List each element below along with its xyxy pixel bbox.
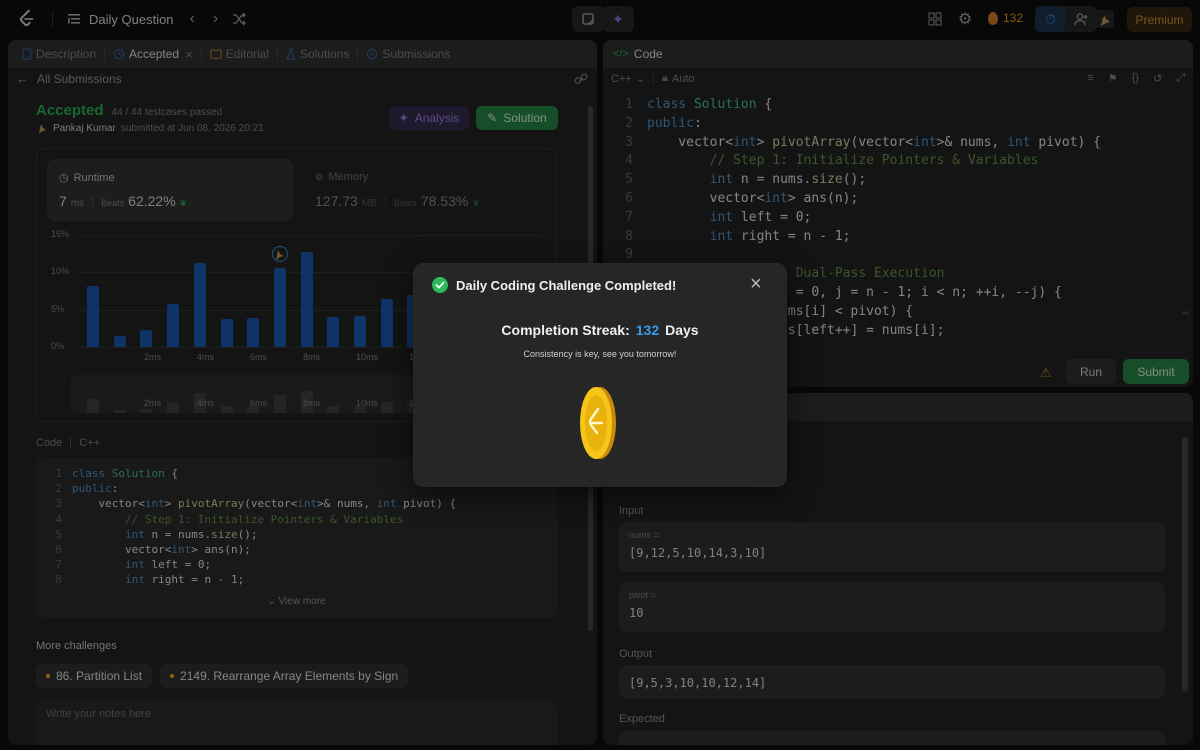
completion-streak: Completion Streak: 132 Days xyxy=(413,322,787,338)
gold-coin-icon xyxy=(580,387,616,459)
close-icon[interactable]: × xyxy=(750,273,762,296)
modal-header: Daily Coding Challenge Completed! xyxy=(432,277,676,293)
streak-unit: Days xyxy=(665,322,699,338)
modal-title: Daily Coding Challenge Completed! xyxy=(456,277,677,293)
daily-challenge-modal: Daily Coding Challenge Completed! × Comp… xyxy=(413,263,787,487)
streak-value: 132 xyxy=(635,322,660,338)
check-circle-icon xyxy=(432,277,448,293)
modal-message: Consistency is key, see you tomorrow! xyxy=(523,349,677,359)
streak-label: Completion Streak: xyxy=(501,322,630,338)
